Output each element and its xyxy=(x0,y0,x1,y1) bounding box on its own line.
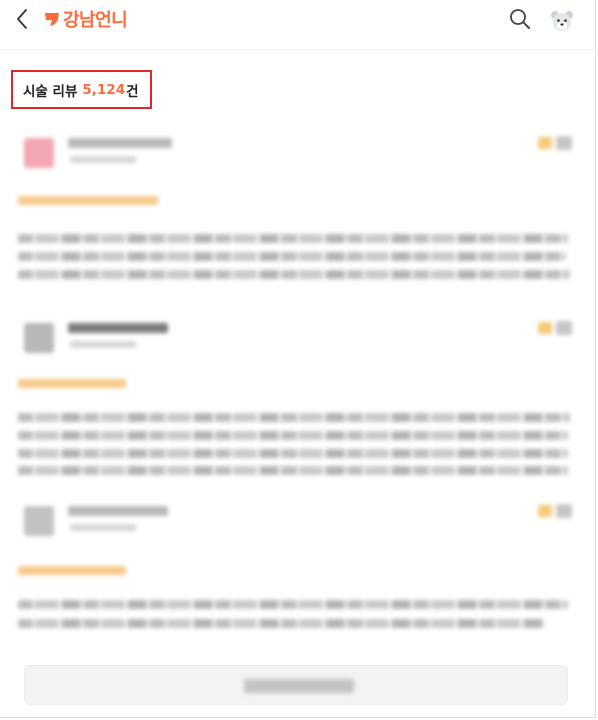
review-date xyxy=(70,341,136,348)
review-date xyxy=(70,524,136,531)
reviewer-avatar xyxy=(24,506,54,536)
star-icon xyxy=(538,322,552,334)
star-icon xyxy=(538,505,552,517)
review-text-line xyxy=(18,449,568,458)
review-text-line xyxy=(18,270,570,279)
search-icon xyxy=(510,9,530,29)
reviewer-avatar xyxy=(24,138,54,168)
review-title-label: 시술 리뷰 xyxy=(23,83,78,100)
review-text-line xyxy=(18,234,568,243)
treatment-tag[interactable] xyxy=(18,196,158,205)
review-text-line xyxy=(18,431,568,440)
review-rating xyxy=(538,503,572,519)
more-reviews-button[interactable] xyxy=(24,665,568,705)
reviewer-avatar xyxy=(24,323,54,353)
app-logo[interactable]: 강남언니 xyxy=(44,6,128,32)
review-count-unit: 건 xyxy=(126,83,139,100)
treatment-tag[interactable] xyxy=(18,379,126,388)
logo-mark-icon xyxy=(45,13,59,26)
logo-text: 강남언니 xyxy=(63,10,128,31)
review-text-line xyxy=(18,600,568,609)
more-reviews-label xyxy=(244,679,354,693)
review-card[interactable] xyxy=(16,498,572,638)
review-count-title: 시술 리뷰 5,124 건 xyxy=(11,70,152,109)
review-text-line xyxy=(18,466,568,475)
review-card[interactable] xyxy=(16,130,572,290)
treatment-tag[interactable] xyxy=(18,566,126,575)
review-rating xyxy=(538,320,572,336)
search-button[interactable] xyxy=(508,7,532,31)
star-icon xyxy=(538,137,552,149)
reviewer-name xyxy=(68,506,168,516)
review-count: 5,124 xyxy=(82,81,126,98)
rating-value xyxy=(556,321,572,335)
review-text-line xyxy=(18,252,566,261)
reviewer-name xyxy=(68,138,172,148)
review-text-line xyxy=(18,619,544,628)
review-date xyxy=(70,156,136,163)
review-rating xyxy=(538,135,572,151)
rating-value xyxy=(556,136,572,150)
rating-value xyxy=(556,504,572,518)
bear-avatar-icon xyxy=(551,11,573,31)
user-avatar[interactable] xyxy=(549,8,575,34)
review-card[interactable] xyxy=(16,315,572,475)
chevron-left-icon xyxy=(17,9,27,29)
reviewer-name xyxy=(68,323,168,333)
back-button[interactable] xyxy=(10,8,36,30)
review-text-line xyxy=(18,413,570,422)
app-header: 강남언니 xyxy=(0,0,596,50)
